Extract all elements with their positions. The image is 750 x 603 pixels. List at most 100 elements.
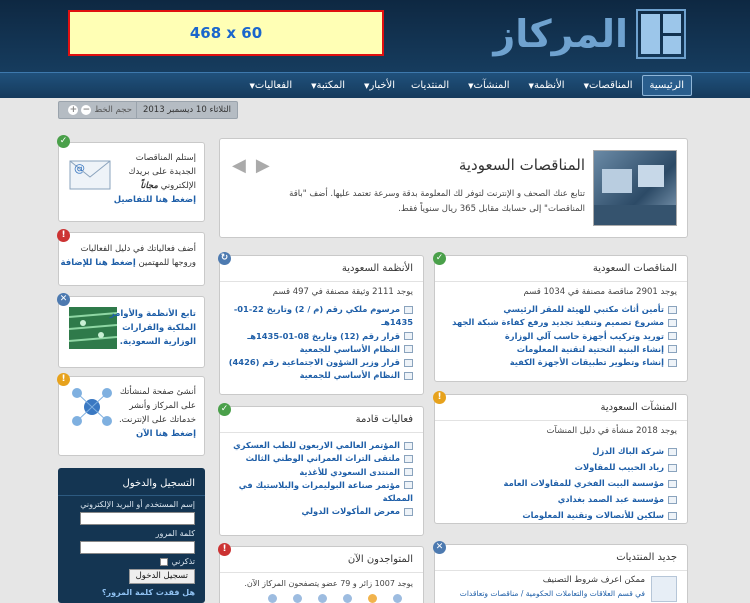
close-icon: ✕ [57, 293, 70, 306]
panel-title: المتواجدون الآن [220, 547, 423, 573]
remember-me-row: تذكرني [160, 557, 195, 566]
forgot-password-link[interactable]: هل فقدت كلمة المرور؟ [102, 588, 195, 597]
list-item[interactable]: توريد وتركيب أجهزة حاسب آلي الوزارة [452, 330, 677, 343]
promo-line: الإلكتروني [160, 181, 196, 191]
user-icon[interactable] [268, 594, 277, 603]
nav-label: الأخبار [369, 80, 395, 91]
password-label: كلمة المرور [155, 529, 195, 538]
ad-banner[interactable]: 468 x 60 [68, 10, 384, 56]
login-panel: التسجيل والدخول إسم المستخدم أو البريد ا… [58, 468, 205, 603]
check-icon: ✓ [57, 135, 70, 148]
avatar[interactable] [651, 576, 677, 602]
list-item[interactable]: سلكين للأتصالات وتقنية المعلومات [504, 507, 677, 523]
user-icon[interactable] [318, 594, 327, 603]
company-promo-text: أنشئ صفحة لمنشأتك على المركاز وأنشر خدما… [119, 385, 196, 441]
email-details-link[interactable]: إضغط هنا للتفاصيل [114, 193, 196, 207]
list-item[interactable]: النظام الأساسي للجمعية [228, 343, 413, 356]
list-item[interactable]: رياد الحبيب للمقاولات [504, 459, 677, 475]
nav-item-library[interactable]: المكتبة▼ [301, 75, 352, 96]
list-item[interactable]: قرار وزير الشؤون الاجتماعية رقم (4426) [228, 356, 413, 369]
user-icon[interactable] [368, 594, 377, 603]
nav-item-events[interactable]: الفعاليات▼ [239, 75, 299, 96]
panel-title: المناقصات السعودية [435, 256, 687, 282]
list-item[interactable]: مشروع تصميم وتنفيذ تجديد ورفع كفاءة شبكة… [452, 316, 677, 329]
list-item[interactable]: مؤتمر صناعة البوليمرات والبلاستيك في الم… [228, 479, 413, 506]
featured-description: تتابع عنك الصحف و الإنترنت لتوفر لك المع… [289, 189, 585, 214]
login-button[interactable]: تسجيل الدخول [128, 569, 195, 584]
logo-grid-icon [636, 9, 686, 59]
online-user-icons [268, 594, 402, 603]
panel-title: المنشآت السعودية [435, 395, 687, 421]
username-input[interactable] [80, 512, 195, 525]
login-title: التسجيل والدخول [122, 478, 195, 489]
list-item[interactable]: قرار رقم (12) وتاريخ 08-01-1435هـ [228, 330, 413, 343]
list-item[interactable]: مرسوم ملكي رقم (م / 2) وتاريخ 22-01-1435… [228, 303, 413, 330]
nav-label: الفعاليات [254, 80, 293, 91]
remember-label: تذكرني [171, 557, 195, 566]
add-event-link[interactable]: إضغط هنا للإضافة [60, 258, 135, 268]
current-date: الثلاثاء 10 ديسمبر 2013 [135, 102, 237, 118]
main-navbar: الرئيسية المناقصات▼ الأنظمة▼ المنشآت▼ ال… [0, 72, 750, 98]
next-arrow-icon[interactable]: ▶ [256, 155, 270, 176]
tenders-list: تأمين أثاث مكتبي للهيئة للمقر الرئيسي مش… [452, 303, 677, 369]
forum-post-title[interactable]: ممكن اعرف شروط التصنيف [543, 575, 645, 585]
nav-item-forums[interactable]: المنتديات [404, 75, 456, 96]
font-increase-icon[interactable]: + [68, 105, 79, 115]
create-page-link[interactable]: إضغط هنا الآن [119, 427, 196, 441]
font-size-label: حجم الخط [94, 105, 132, 115]
companies-panel: ! المنشآت السعودية يوجد 2018 منشأة في دل… [433, 391, 688, 524]
promo-line: الوزارية السعودية. [119, 337, 196, 347]
nav-label: المنشآت [473, 80, 510, 91]
list-item[interactable]: المنتدى السعودي للأغذية [228, 466, 413, 479]
laws-promo-box: ✕ تابع الأنظمة والأوامر الملكية والقرارا… [57, 293, 205, 368]
laws-list: مرسوم ملكي رقم (م / 2) وتاريخ 22-01-1435… [228, 303, 413, 383]
list-item[interactable]: مؤسسة عبد الصمد بغدادي [504, 491, 677, 507]
featured-tenders-box: المناقصات السعودية تتابع عنك الصحف و الإ… [219, 138, 688, 238]
free-label: مجاناً [140, 181, 158, 191]
user-icon[interactable] [293, 594, 302, 603]
password-input[interactable] [80, 541, 195, 554]
forum-post-meta[interactable]: في قسم العلاقات والتعاملات الحكومية / من… [460, 589, 645, 598]
promo-line: تابع الأنظمة والأوامر [109, 309, 196, 319]
prev-arrow-icon[interactable]: ◀ [232, 155, 246, 176]
list-item[interactable]: ملتقى التراث العمراني الوطني الثالث [228, 452, 413, 465]
nav-item-laws[interactable]: الأنظمة▼ [519, 75, 572, 96]
list-item[interactable]: إنشاء وتطوير تطبيقات الأجهزة الكفية [452, 356, 677, 369]
promo-line: أضف فعالياتك في دليل الفعاليات [80, 244, 196, 254]
nav-item-companies[interactable]: المنشآت▼ [458, 75, 516, 96]
site-logo[interactable]: المركاز [493, 8, 686, 60]
nav-label: المنتديات [411, 80, 450, 91]
panel-subtitle: يوجد 2111 وثيقة مصنفة في 497 قسم [272, 287, 413, 297]
company-promo-box: ! أنشئ صفحة لمنشأتك على المركاز وأنشر خد… [57, 373, 205, 456]
nav-label: المكتبة [316, 80, 346, 91]
nav-item-news[interactable]: الأخبار▼ [354, 75, 402, 96]
forums-panel: ✕ جديد المنتديات ممكن اعرف شروط التصنيف … [433, 541, 688, 603]
panel-title: جديد المنتديات [435, 545, 687, 571]
list-item[interactable]: مؤسسة البيت الفخري للمقاولات العامة [504, 475, 677, 491]
list-item[interactable]: النظام الأساسي للجمعية [228, 369, 413, 382]
list-item[interactable]: تأمين أثاث مكتبي للهيئة للمقر الرئيسي [452, 303, 677, 316]
email-envelope-icon: @ [69, 160, 111, 190]
nav-item-tenders[interactable]: المناقصات▼ [574, 75, 640, 96]
list-item[interactable]: معرض المأكولات الدولي [228, 505, 413, 518]
font-decrease-icon[interactable]: − [81, 105, 92, 115]
remember-checkbox[interactable] [160, 557, 169, 566]
panel-title: الأنظمة السعودية [220, 256, 423, 282]
featured-title[interactable]: المناقصات السعودية [459, 156, 585, 174]
list-item[interactable]: إنشاء البنية التحتية لتقنية المعلومات [452, 343, 677, 356]
nav-item-home[interactable]: الرئيسية [641, 75, 692, 96]
email-promo-text: إستلم المناقصات الجديدة على بريدك الإلكت… [114, 151, 196, 207]
user-icon[interactable] [393, 594, 402, 603]
laws-promo-text[interactable]: تابع الأنظمة والأوامر الملكية والقرارات … [110, 307, 196, 349]
user-icon[interactable] [343, 594, 352, 603]
font-size-control: حجم الخط − + [64, 105, 136, 115]
list-item[interactable]: شركة الباك الدزل [504, 443, 677, 459]
promo-line: الملكية والقرارات [122, 323, 196, 333]
promo-line: على المركاز وأنشر [129, 401, 196, 411]
list-item[interactable]: المؤتمر العالمي الاربعون للطب العسكري [228, 439, 413, 452]
alert-icon: ! [57, 229, 70, 242]
nav-label: الأنظمة [533, 80, 565, 91]
promo-line: وروجها للمهتمين [138, 258, 196, 268]
panel-subtitle: يوجد 2018 منشأة في دليل المنشآت [546, 426, 677, 436]
promo-line: إستلم المناقصات [135, 153, 196, 163]
